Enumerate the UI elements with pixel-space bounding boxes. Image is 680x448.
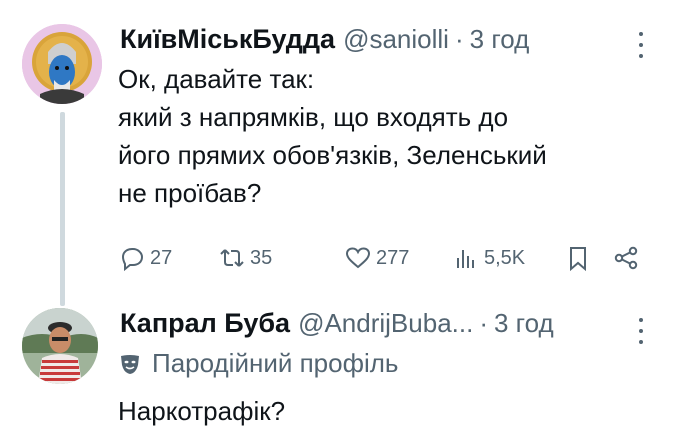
- tweet-header: КиївМіськБудда @saniolli · 3 год: [120, 24, 529, 55]
- action-bar: 27 35 277 5,5K: [118, 240, 658, 276]
- user-handle[interactable]: @AndrijBuba...: [298, 308, 473, 339]
- separator-dot: ·: [454, 24, 464, 54]
- tweet-text-line: який з напрямків, що входять до: [118, 102, 509, 132]
- avatar-image: [22, 24, 102, 104]
- tweet-text: Наркотрафік?: [118, 396, 286, 426]
- tweet-main[interactable]: КиївМіськБудда @saniolli · 3 год Ок, дав…: [0, 0, 680, 306]
- views-button[interactable]: 5,5K: [452, 240, 525, 276]
- bookmark-icon: [570, 247, 586, 272]
- avatar-kapralbuba[interactable]: [22, 308, 98, 384]
- user-handle[interactable]: @saniolli: [343, 24, 449, 55]
- more-options-icon[interactable]: [636, 32, 646, 58]
- repost-count: 35: [250, 246, 273, 269]
- like-count: 277: [376, 246, 410, 269]
- parody-label-text: Пародійний профіль: [152, 348, 399, 378]
- heart-icon: [345, 247, 371, 269]
- views-chart-icon: [457, 250, 474, 268]
- tweet-text: Ок, давайте так: який з напрямків, що вх…: [118, 60, 658, 212]
- reply-icon: [121, 248, 144, 272]
- tweet-text-line: не проїбав?: [118, 178, 262, 208]
- reply-button[interactable]: 27: [118, 240, 172, 276]
- avatar-kyivmiskbudda[interactable]: [22, 24, 102, 104]
- repost-icon: [220, 249, 244, 267]
- parody-label: Пародійний профіль: [118, 348, 398, 379]
- avatar-image: [22, 308, 98, 384]
- thread-connector-line: [60, 112, 65, 306]
- repost-button[interactable]: 35: [218, 240, 272, 276]
- reply-count: 27: [150, 246, 173, 269]
- bookmark-button[interactable]: [564, 240, 592, 276]
- timestamp[interactable]: 3 год: [494, 308, 554, 339]
- tweet-text-line: Ок, давайте так:: [118, 64, 315, 94]
- tweet-header: Капрал Буба @AndrijBuba... · 3 год: [120, 308, 554, 339]
- views-count: 5,5K: [484, 246, 526, 269]
- like-button[interactable]: 277: [344, 240, 409, 276]
- display-name[interactable]: Капрал Буба: [120, 308, 290, 339]
- share-icon: [614, 246, 638, 270]
- more-options-icon[interactable]: [636, 318, 646, 344]
- timestamp[interactable]: 3 год: [470, 24, 530, 55]
- tweet-text-line: його прямих обов'язків, Зеленський: [118, 140, 547, 170]
- display-name[interactable]: КиївМіськБудда: [120, 24, 335, 55]
- theater-mask-icon: [121, 354, 139, 374]
- share-button[interactable]: [612, 240, 640, 276]
- separator-dot: ·: [479, 308, 488, 338]
